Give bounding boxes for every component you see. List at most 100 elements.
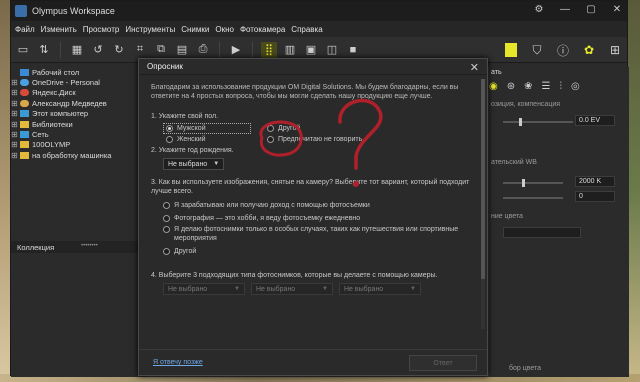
eye-icon[interactable]: ◎ bbox=[571, 81, 580, 92]
menu-view[interactable]: Просмотр bbox=[83, 25, 120, 34]
usage-hobby-radio[interactable] bbox=[163, 215, 170, 222]
usage-hobby-option[interactable]: Фотография — это хобби, я веду фотосъемк… bbox=[163, 212, 477, 225]
answer-button[interactable]: Ответ bbox=[409, 355, 477, 371]
tree-item[interactable]: ⊞ на обработку машинка bbox=[11, 150, 147, 160]
tree-item[interactable]: ⊞ Этот компьютер bbox=[11, 109, 147, 119]
gender-female-option[interactable]: Женский bbox=[163, 134, 251, 145]
wb-offset-slider[interactable] bbox=[503, 197, 563, 199]
adjust-icon[interactable]: ☰ bbox=[542, 81, 551, 92]
rotate-left-icon[interactable]: ↺ bbox=[90, 42, 106, 58]
art-filter-icon[interactable]: ❀ bbox=[524, 81, 532, 92]
menu-window[interactable]: Окно bbox=[215, 25, 234, 34]
answer-later-link[interactable]: Я отвечу позже bbox=[153, 359, 203, 366]
photo-type-select-2[interactable]: Не выбрано ▼ bbox=[251, 283, 333, 295]
tree-item[interactable]: ⊞ Александр Медведев bbox=[11, 98, 147, 108]
right-edit-panel: ать ◉ ⊛ ❀ ☰ ⫶ ◎ озиция, компенсация 0.0 … bbox=[489, 67, 629, 377]
edit-panel-icon[interactable] bbox=[503, 42, 519, 58]
close-window-button[interactable]: ✕ bbox=[611, 4, 623, 15]
gender-female-radio[interactable] bbox=[166, 136, 173, 143]
print-icon[interactable]: ⎙ bbox=[195, 42, 211, 58]
usage-other-option[interactable]: Другой bbox=[163, 245, 477, 258]
wb-offset-field[interactable]: 0 bbox=[575, 191, 615, 202]
usage-income-radio[interactable] bbox=[163, 202, 170, 209]
tree-item-label: Александр Медведев bbox=[32, 98, 107, 108]
photo-type-select-3[interactable]: Не выбрано ▼ bbox=[339, 283, 421, 295]
single-view-icon[interactable]: ▣ bbox=[303, 42, 319, 58]
gender-male-option[interactable]: Мужской bbox=[163, 123, 251, 134]
info-icon[interactable]: ⓘ bbox=[555, 42, 571, 58]
play-icon[interactable]: ▶ bbox=[228, 42, 244, 58]
scrollbar-thumb[interactable] bbox=[481, 79, 485, 279]
tree-item[interactable]: Рабочий стол bbox=[11, 67, 147, 77]
dialog-close-button[interactable]: ✕ bbox=[470, 61, 479, 74]
collection-label: Коллекция bbox=[17, 242, 55, 252]
dialog-scrollbar[interactable] bbox=[481, 79, 485, 329]
grid-view-icon[interactable]: ⣿ bbox=[261, 41, 277, 58]
settings-gear-icon[interactable]: ⚙ bbox=[533, 4, 545, 15]
filmstrip-view-icon[interactable]: ▥ bbox=[282, 42, 298, 58]
compare-view-icon[interactable]: ◫ bbox=[324, 42, 340, 58]
expand-toggle-icon[interactable]: ⊞ bbox=[11, 88, 20, 97]
rotate-right-icon[interactable]: ↻ bbox=[111, 42, 127, 58]
menu-images[interactable]: Снимки bbox=[181, 25, 209, 34]
usage-special-radio[interactable] bbox=[163, 226, 170, 233]
tree-item[interactable]: ⊞ OneDrive - Personal bbox=[11, 77, 147, 87]
tree-item[interactable]: ⊞ Сеть bbox=[11, 129, 147, 139]
usage-other-radio[interactable] bbox=[163, 248, 170, 255]
expand-toggle-icon[interactable]: ⊞ bbox=[11, 151, 20, 160]
tree-item[interactable]: ⊞ Библиотеки bbox=[11, 119, 147, 129]
color-icon[interactable]: ⊛ bbox=[507, 81, 515, 92]
color-balance-icon[interactable]: ✿ bbox=[581, 42, 597, 58]
folder-icon[interactable]: ▭ bbox=[15, 42, 31, 58]
menu-edit[interactable]: Изменить bbox=[41, 25, 77, 34]
wb-label: ательский WB bbox=[491, 159, 537, 166]
right-tab-label[interactable]: ать bbox=[491, 69, 502, 76]
chevron-down-icon: ▼ bbox=[322, 286, 328, 292]
arrows-icon[interactable]: ⇅ bbox=[36, 42, 52, 58]
gender-other-radio[interactable] bbox=[267, 125, 274, 132]
tree-item[interactable]: ⊞ 100OLYMP bbox=[11, 140, 147, 150]
menu-camera[interactable]: Фотокамера bbox=[240, 25, 285, 34]
tone-curve-icon[interactable]: ◉ bbox=[489, 81, 498, 92]
tree-item-label: Яндекс.Диск bbox=[32, 88, 76, 98]
gender-prefer-not-radio[interactable] bbox=[267, 136, 274, 143]
menu-tools[interactable]: Инструменты bbox=[125, 25, 175, 34]
expand-toggle-icon[interactable]: ⊞ bbox=[11, 120, 20, 129]
photo-type-select-1[interactable]: Не выбрано ▼ bbox=[163, 283, 245, 295]
gender-other-option[interactable]: Другой bbox=[251, 123, 362, 134]
exposure-value-field[interactable]: 0.0 EV bbox=[575, 115, 615, 126]
expand-toggle-icon[interactable]: ⊞ bbox=[11, 140, 20, 149]
wb-value-field[interactable]: 2000 K bbox=[575, 176, 615, 187]
expand-toggle-icon[interactable]: ⊞ bbox=[11, 78, 20, 87]
gender-male-radio[interactable] bbox=[166, 125, 173, 132]
crop-icon[interactable]: ⌗ bbox=[132, 42, 148, 58]
gender-prefer-not-option[interactable]: Предпочитаю не говорить bbox=[251, 134, 362, 145]
wb-slider[interactable] bbox=[503, 182, 563, 184]
color-pick-label: бор цвета bbox=[509, 365, 542, 372]
expand-toggle-icon[interactable]: ⊞ bbox=[11, 130, 20, 139]
expand-toggle-icon[interactable]: ⊞ bbox=[11, 109, 20, 118]
usage-income-option[interactable]: Я зарабатываю или получаю доход с помощь… bbox=[163, 199, 477, 212]
wb-slider-knob[interactable] bbox=[522, 179, 525, 187]
compare-icon[interactable]: ⧉ bbox=[153, 42, 169, 58]
maximize-button[interactable]: ▢ bbox=[585, 4, 597, 15]
dialog-footer: Я отвечу позже Ответ bbox=[139, 349, 487, 375]
minimize-button[interactable]: — bbox=[559, 4, 571, 15]
usage-special-option[interactable]: Я делаю фотоснимки только в особых случа… bbox=[163, 225, 477, 245]
color-select[interactable] bbox=[503, 227, 581, 238]
birth-year-select[interactable]: Не выбрано ▼ bbox=[163, 158, 225, 170]
menu-help[interactable]: Справка bbox=[291, 25, 322, 34]
expand-toggle-icon[interactable]: ⊞ bbox=[11, 99, 20, 108]
grid-edit-icon[interactable]: ▦ bbox=[69, 42, 85, 58]
sliders-icon[interactable]: ⫶ bbox=[559, 81, 562, 92]
grid-icon[interactable]: ⊞ bbox=[607, 42, 623, 58]
menu-file[interactable]: Файл bbox=[15, 25, 35, 34]
exposure-slider[interactable] bbox=[503, 121, 573, 123]
tree-item[interactable]: ⊞ Яндекс.Диск bbox=[11, 88, 147, 98]
export-icon[interactable]: ▤ bbox=[174, 42, 190, 58]
fullscreen-icon[interactable]: ■ bbox=[345, 42, 361, 58]
filter-icon[interactable]: ⛉ bbox=[529, 42, 545, 58]
panel-grip[interactable]: •••••••• bbox=[81, 243, 98, 249]
exposure-slider-knob[interactable] bbox=[519, 118, 522, 126]
dialog-title: Опросник bbox=[139, 59, 487, 75]
